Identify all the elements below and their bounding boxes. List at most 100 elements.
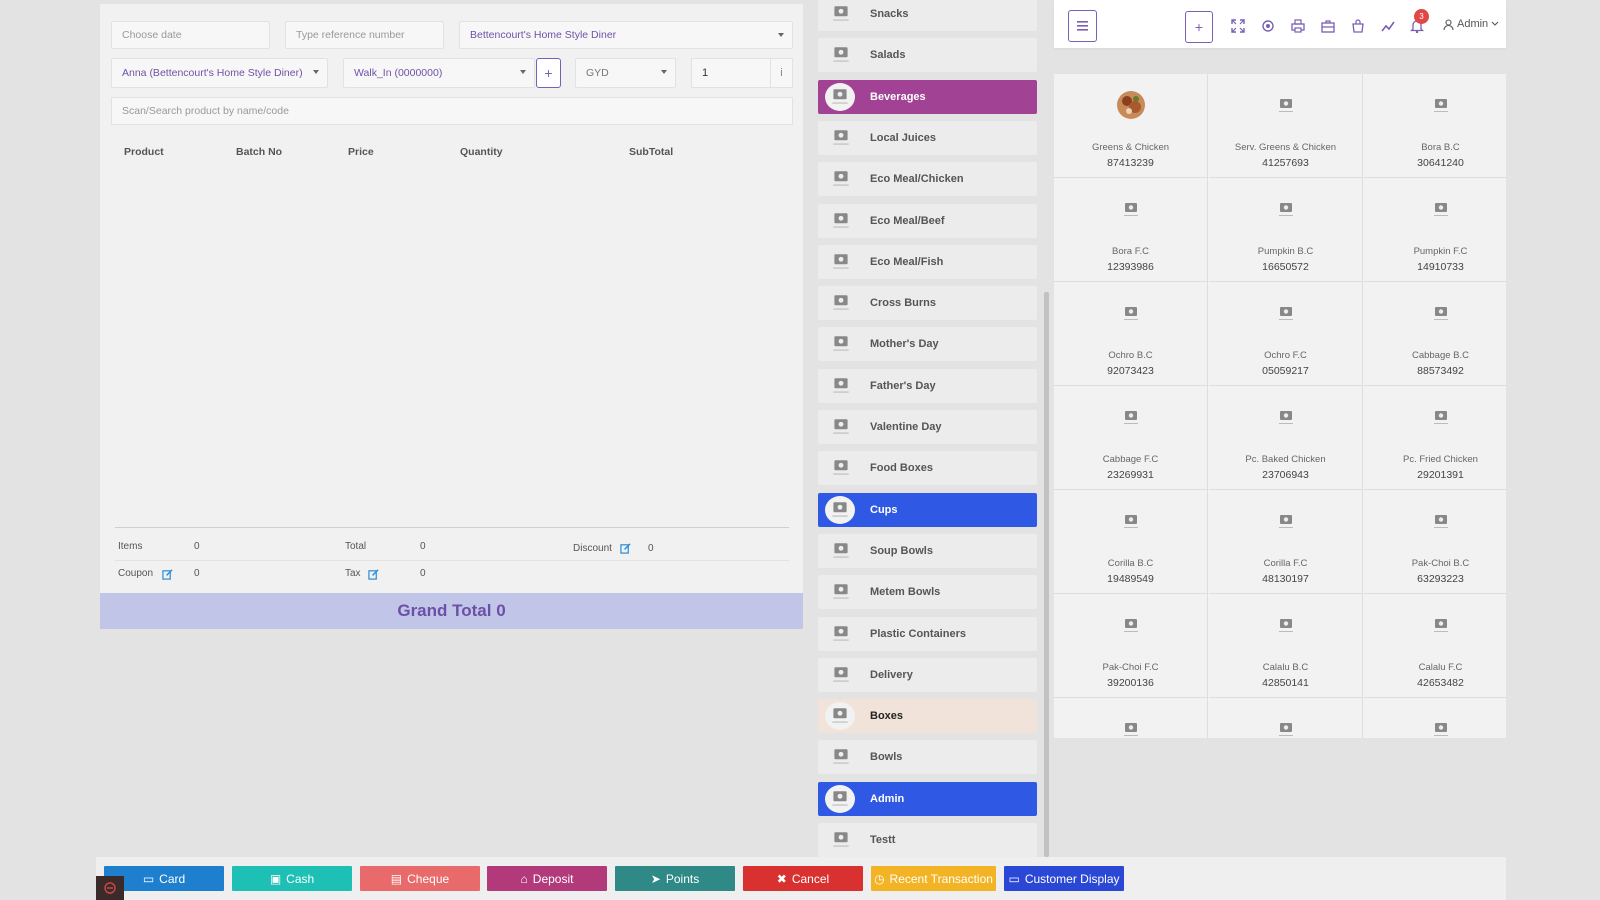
product-name: Calalu B.C [1262,662,1309,673]
briefcase-icon[interactable] [1321,19,1335,33]
category-item[interactable]: Father's Day [818,368,1037,403]
product-card[interactable]: Greens & Chicken 87413239 [1054,74,1208,178]
category-item[interactable]: Admin [818,781,1037,816]
add-customer-button[interactable]: + [536,58,561,88]
info-icon[interactable]: i [770,59,792,87]
product-card[interactable]: Corilla B.C 19489549 [1054,490,1208,594]
settings-icon[interactable] [1261,19,1275,33]
restaurant-select[interactable]: Bettencourt's Home Style Diner [459,21,793,49]
cheque-icon: ▤ [390,871,403,886]
category-item[interactable]: Boxes [818,699,1037,734]
product-card[interactable] [1209,698,1363,738]
menu-toggle-button[interactable] [1068,10,1097,42]
category-label: Local Juices [870,131,937,144]
recent-transaction-button[interactable]: ◷ Recent Transaction [871,866,996,891]
customer-display-button[interactable]: ▭ Customer Display [1004,866,1124,891]
deposit-button[interactable]: ⌂ Deposit [487,866,607,891]
category-image-icon [826,373,856,399]
category-item[interactable]: Plastic Containers [818,616,1037,651]
exchange-rate-input[interactable]: 1 i [691,58,793,88]
product-name: Cabbage B.C [1411,350,1470,361]
product-card[interactable]: Pak-Choi F.C 39200136 [1054,594,1208,698]
category-item[interactable]: Delivery [818,657,1037,692]
product-card[interactable]: Pc. Fried Chicken 29201391 [1364,386,1506,490]
order-type-select[interactable]: Walk_In (0000000) [343,58,535,88]
product-card[interactable]: Pc. Baked Chicken 23706943 [1209,386,1363,490]
product-card[interactable]: Calalu F.C 42653482 [1364,594,1506,698]
product-name: Calalu F.C [1418,662,1463,673]
user-icon [1443,18,1454,30]
grand-total: Grand Total 0 [100,593,803,629]
edit-coupon-icon[interactable] [162,569,173,580]
currency-select[interactable]: GYD [575,58,676,88]
fullscreen-icon[interactable] [1231,19,1245,33]
product-card[interactable]: Ochro B.C 92073423 [1054,282,1208,386]
product-card[interactable]: Pumpkin B.C 16650572 [1209,178,1363,282]
add-button[interactable]: + [1185,11,1213,43]
image-placeholder-icon [1276,513,1296,531]
category-image-icon [825,495,855,524]
reference-input[interactable]: Type reference number [285,21,444,49]
cheque-button[interactable]: ▤ Cheque [360,866,480,891]
cash-icon: ▣ [269,871,282,886]
product-card[interactable]: Bora B.C 30641240 [1364,74,1506,178]
category-item[interactable]: Cups [818,492,1037,527]
product-card[interactable]: Calalu B.C 42850141 [1209,594,1363,698]
pos-order-panel: Choose date Type reference number Betten… [100,4,803,629]
category-item[interactable]: Mother's Day [818,327,1037,362]
category-image-icon [826,744,856,770]
category-item[interactable]: Metem Bowls [818,575,1037,610]
category-item[interactable]: Snacks [818,0,1037,31]
category-item[interactable]: Valentine Day [818,410,1037,444]
printer-icon[interactable] [1291,19,1305,33]
category-item[interactable]: Bowls [818,740,1037,775]
product-card[interactable]: Serv. Greens & Chicken 41257693 [1209,74,1363,178]
category-image-icon [826,125,856,151]
category-label: Mother's Day [870,338,939,351]
product-card[interactable]: Corilla F.C 48130197 [1209,490,1363,594]
product-code: 23706943 [1262,469,1309,481]
category-item[interactable]: Beverages [818,79,1037,114]
admin-menu[interactable]: Admin [1443,18,1499,30]
category-item[interactable]: Salads [818,38,1037,73]
category-item[interactable]: Eco Meal/Beef [818,203,1037,238]
product-code: 87413239 [1107,157,1154,169]
image-placeholder-icon [1431,409,1451,427]
chart-line-icon[interactable] [1381,19,1395,33]
total-value: 0 [420,541,426,552]
product-search-input[interactable]: Scan/Search product by name/code [111,97,793,125]
edit-tax-icon[interactable] [368,569,379,580]
category-item[interactable]: Soup Bowls [818,533,1037,568]
image-placeholder-icon [1276,305,1296,323]
category-item[interactable]: Food Boxes [818,451,1037,486]
category-label: Soup Bowls [870,544,933,557]
category-item[interactable]: Testt [818,823,1037,857]
chevron-down-icon [313,70,319,74]
category-item[interactable]: Eco Meal/Fish [818,244,1037,279]
product-card[interactable] [1054,698,1208,738]
plus-icon: + [544,65,553,81]
edit-discount-icon[interactable] [620,543,631,554]
shopping-bag-icon[interactable] [1351,19,1365,33]
product-card[interactable]: Pak-Choi B.C 63293223 [1364,490,1506,594]
tax-label: Tax [345,568,361,579]
product-card[interactable]: Pumpkin F.C 14910733 [1364,178,1506,282]
category-item[interactable]: Cross Burns [818,286,1037,321]
category-item[interactable]: Local Juices [818,120,1037,155]
date-input[interactable]: Choose date [111,21,270,49]
category-scrollbar[interactable] [1044,292,1049,857]
category-item[interactable]: Eco Meal/Chicken [818,162,1037,197]
cancel-button[interactable]: ✖ Cancel [743,866,863,891]
cash-button[interactable]: ▣ Cash [232,866,352,891]
product-card[interactable]: Bora F.C 12393986 [1054,178,1208,282]
points-button[interactable]: ➤ Points [615,866,735,891]
product-card[interactable] [1364,698,1506,738]
product-card[interactable]: Cabbage F.C 23269931 [1054,386,1208,490]
credit-card-icon: ▭ [142,871,155,886]
customer-select[interactable]: Anna (Bettencourt's Home Style Diner) [111,58,328,88]
product-code: 19489549 [1107,573,1154,585]
product-card[interactable]: Ochro F.C 05059217 [1209,282,1363,386]
close-icon: ✖ [776,871,787,886]
product-card[interactable]: Cabbage B.C 88573492 [1364,282,1506,386]
chevron-down-icon [661,70,667,74]
